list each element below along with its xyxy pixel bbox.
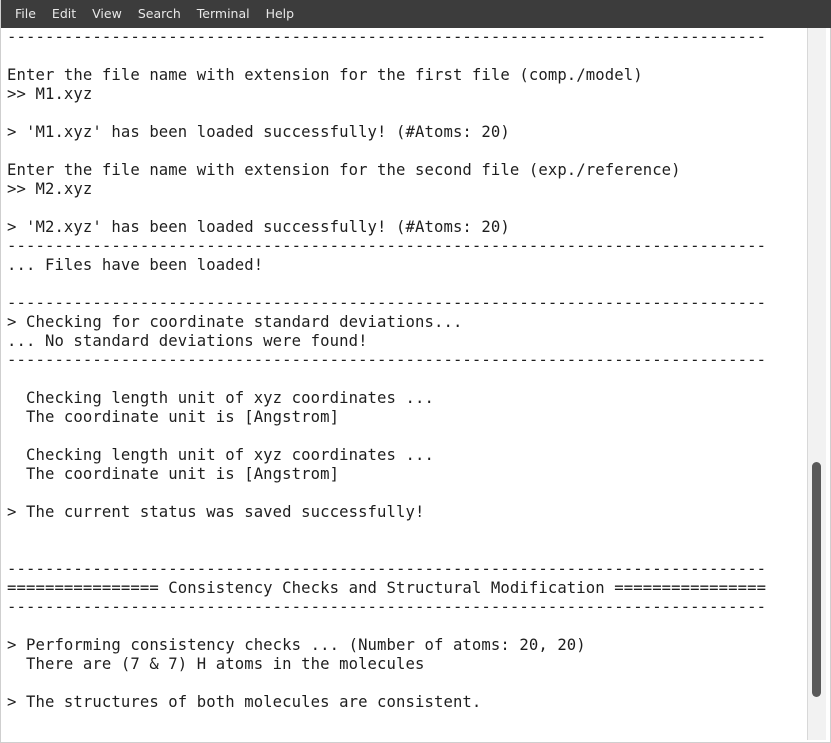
terminal-line: ----------------------------------------… [7,237,767,255]
terminal-line: Enter the file name with extension for t… [7,66,643,84]
terminal-line: > The current status was saved successfu… [7,503,425,521]
terminal-line: >> M2.xyz [7,180,93,198]
menu-view[interactable]: View [84,0,130,28]
terminal-line: >> M1.xyz [7,85,93,103]
terminal-line: > 'M1.xyz' has been loaded successfully!… [7,123,510,141]
terminal-line: The coordinate unit is [Angstrom] [7,408,340,426]
terminal-line: Checking length unit of xyz coordinates … [7,446,434,464]
menu-help[interactable]: Help [258,0,303,28]
menu-search[interactable]: Search [130,0,189,28]
terminal-line: > Checking for coordinate standard devia… [7,313,463,331]
terminal-line: ----------------------------------------… [7,294,767,312]
scrollbar-thumb[interactable] [812,462,821,697]
menu-bar: File Edit View Search Terminal Help [1,0,831,28]
menu-terminal[interactable]: Terminal [189,0,258,28]
terminal-line: > 'M2.xyz' has been loaded successfully!… [7,218,510,236]
terminal-line: The coordinate unit is [Angstrom] [7,465,340,483]
terminal-window: File Edit View Search Terminal Help ----… [0,0,831,743]
terminal-line: > Performing consistency checks ... (Num… [7,636,586,654]
terminal-line: > The structures of both molecules are c… [7,693,482,711]
terminal-line: ... No standard deviations were found! [7,332,368,350]
terminal-line: ----------------------------------------… [7,598,767,616]
menu-edit[interactable]: Edit [44,0,84,28]
terminal-line: Enter the file name with extension for t… [7,161,681,179]
terminal-line: ----------------------------------------… [7,560,767,578]
menu-file[interactable]: File [7,0,44,28]
vertical-scrollbar[interactable] [807,28,826,740]
terminal-line: ----------------------------------------… [7,351,767,369]
terminal-line: ================ Consistency Checks and … [7,579,767,597]
terminal-line: ----------------------------------------… [7,28,767,46]
terminal-output[interactable]: ----------------------------------------… [7,28,807,740]
terminal-line: Checking length unit of xyz coordinates … [7,389,434,407]
terminal-line: There are (7 & 7) H atoms in the molecul… [7,655,425,673]
terminal-line: ... Files have been loaded! [7,256,264,274]
